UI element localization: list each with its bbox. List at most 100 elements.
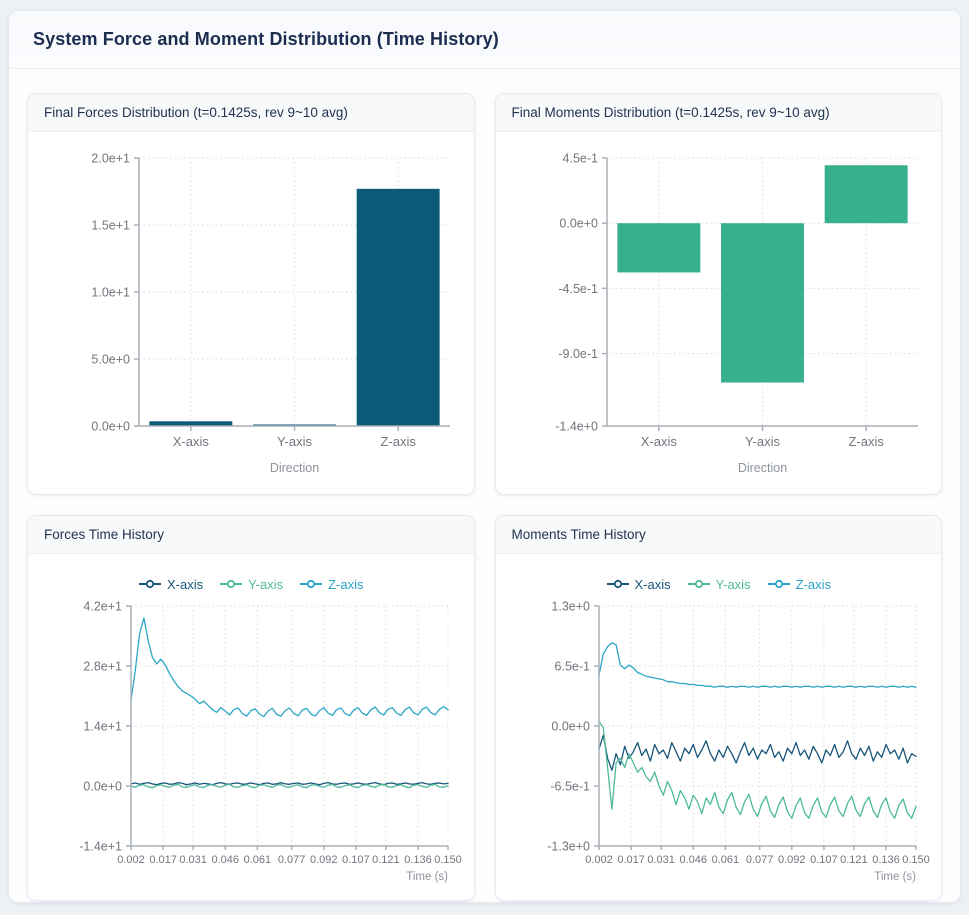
x-tick-label: 0.002 xyxy=(585,854,613,866)
y-tick-label: 4.5e-1 xyxy=(562,152,597,166)
moments-history-legend: X-axis Y-axis Z-axis xyxy=(606,574,831,594)
y-tick-label: 6.5e-1 xyxy=(554,660,589,674)
bar-x-axis[interactable] xyxy=(617,223,700,272)
legend-marker-icon xyxy=(299,579,323,589)
legend-item-y-axis[interactable]: Y-axis xyxy=(687,577,751,592)
legend-label: X-axis xyxy=(635,577,671,592)
x-tick-label: 0.136 xyxy=(872,854,900,866)
charts-grid: Final Forces Distribution (t=0.1425s, re… xyxy=(9,69,960,915)
line-y-axis[interactable] xyxy=(599,721,916,818)
category-label: Z-axis xyxy=(848,434,884,449)
x-tick-label: 0.092 xyxy=(310,854,338,866)
x-tick-label: 0.077 xyxy=(746,854,774,866)
legend-label: Y-axis xyxy=(248,577,283,592)
dashboard-panel: System Force and Moment Distribution (Ti… xyxy=(8,10,961,903)
x-tick-label: 0.092 xyxy=(778,854,806,866)
x-tick-label: 0.046 xyxy=(212,854,240,866)
legend-item-z-axis[interactable]: Z-axis xyxy=(299,577,363,592)
final-moments-bar-chart[interactable]: 4.5e-1 0.0e+0 -4.5e-1 -9.0e-1 -1.4e+0 X-axis Y… xyxy=(495,138,942,490)
legend-label: Y-axis xyxy=(716,577,751,592)
x-tick-label: 0.046 xyxy=(679,854,707,866)
card-final-forces-title: Final Forces Distribution (t=0.1425s, re… xyxy=(28,94,474,132)
page-title: System Force and Moment Distribution (Ti… xyxy=(33,29,499,50)
category-label: X-axis xyxy=(173,434,210,449)
x-tick-label: 0.002 xyxy=(117,854,145,866)
y-tick-label: 1.0e+1 xyxy=(92,286,131,300)
legend-item-y-axis[interactable]: Y-axis xyxy=(219,577,283,592)
x-tick-label: 0.017 xyxy=(150,854,178,866)
x-tick-label: 0.136 xyxy=(404,854,432,866)
legend-marker-icon xyxy=(687,579,711,589)
y-tick-label: -1.4e+0 xyxy=(555,420,598,434)
card-final-forces-body: 2.0e+1 1.5e+1 1.0e+1 5.0e+0 0.0e+0 X-axis Y-ax… xyxy=(28,132,474,494)
x-tick-label: 0.107 xyxy=(342,854,370,866)
forces-history-legend: X-axis Y-axis Z-axis xyxy=(138,574,363,594)
legend-item-z-axis[interactable]: Z-axis xyxy=(767,577,831,592)
y-tick-label: 0.0e+0 xyxy=(92,420,131,434)
y-tick-label: -9.0e-1 xyxy=(558,347,598,361)
x-tick-label: 0.077 xyxy=(278,854,306,866)
y-tick-label: 0.0e+0 xyxy=(84,780,123,794)
page-header: System Force and Moment Distribution (Ti… xyxy=(9,11,960,69)
moments-history-line-chart[interactable]: 1.3e+0 6.5e-1 0.0e+0 -6.5e-1 -1.3e+00.002 0.0… xyxy=(495,594,942,896)
x-tick-label: 0.061 xyxy=(711,854,739,866)
card-moments-history: Moments Time History X-axis Y-axis Z-axis … xyxy=(495,515,943,901)
x-axis-title: Time (s) xyxy=(874,871,916,883)
card-moments-history-body: X-axis Y-axis Z-axis 1.3e+0 6.5e-1 0.0e+0 -6.… xyxy=(496,554,942,900)
line-z-axis[interactable] xyxy=(599,643,916,687)
x-tick-label: 0.061 xyxy=(244,854,272,866)
y-tick-label: 0.0e+0 xyxy=(559,217,598,231)
bar-z-axis[interactable] xyxy=(824,165,907,223)
legend-marker-icon xyxy=(138,579,162,589)
y-tick-label: 1.3e+0 xyxy=(551,600,590,614)
legend-marker-icon xyxy=(767,579,791,589)
bar-y-axis[interactable] xyxy=(721,223,804,382)
legend-label: X-axis xyxy=(167,577,203,592)
y-tick-label: 2.0e+1 xyxy=(92,152,131,166)
final-forces-bar-chart[interactable]: 2.0e+1 1.5e+1 1.0e+1 5.0e+0 0.0e+0 X-axis Y-ax… xyxy=(27,138,474,490)
x-tick-label: 0.031 xyxy=(647,854,675,866)
card-final-moments: Final Moments Distribution (t=0.1425s, r… xyxy=(495,93,943,495)
x-tick-label: 0.150 xyxy=(902,854,930,866)
legend-marker-icon xyxy=(219,579,243,589)
x-tick-label: 0.150 xyxy=(434,854,462,866)
y-tick-label: 1.4e+1 xyxy=(84,720,123,734)
legend-label: Z-axis xyxy=(328,577,363,592)
legend-item-x-axis[interactable]: X-axis xyxy=(606,577,671,592)
x-tick-label: 0.107 xyxy=(810,854,838,866)
y-tick-label: 4.2e+1 xyxy=(84,600,123,614)
line-x-axis[interactable] xyxy=(599,735,916,770)
x-tick-label: 0.031 xyxy=(180,854,208,866)
y-tick-label: -6.5e-1 xyxy=(550,780,590,794)
category-label: X-axis xyxy=(641,434,678,449)
category-label: Y-axis xyxy=(745,434,780,449)
card-moments-history-title: Moments Time History xyxy=(496,516,942,554)
card-forces-history-body: X-axis Y-axis Z-axis 4.2e+1 2.8e+1 1.4e+1 0.0… xyxy=(28,554,474,900)
x-axis-title: Time (s) xyxy=(407,871,449,883)
y-tick-label: -1.4e+1 xyxy=(80,840,123,854)
line-z-axis[interactable] xyxy=(131,618,448,717)
card-forces-history-title: Forces Time History xyxy=(28,516,474,554)
y-tick-label: 2.8e+1 xyxy=(84,660,123,674)
y-tick-label: 5.0e+0 xyxy=(92,353,131,367)
x-axis-title: Direction xyxy=(738,461,787,475)
y-tick-label: 1.5e+1 xyxy=(92,219,131,233)
y-tick-label: 0.0e+0 xyxy=(551,720,590,734)
category-label: Z-axis xyxy=(381,434,417,449)
y-tick-label: -4.5e-1 xyxy=(558,282,598,296)
card-forces-history: Forces Time History X-axis Y-axis Z-axis 4… xyxy=(27,515,475,901)
card-final-moments-title: Final Moments Distribution (t=0.1425s, r… xyxy=(496,94,942,132)
legend-item-x-axis[interactable]: X-axis xyxy=(138,577,203,592)
card-final-moments-body: 4.5e-1 0.0e+0 -4.5e-1 -9.0e-1 -1.4e+0 X-axis Y… xyxy=(496,132,942,494)
x-tick-label: 0.121 xyxy=(840,854,868,866)
y-tick-label: -1.3e+0 xyxy=(547,840,590,854)
legend-label: Z-axis xyxy=(796,577,831,592)
card-final-forces: Final Forces Distribution (t=0.1425s, re… xyxy=(27,93,475,495)
legend-marker-icon xyxy=(606,579,630,589)
bar-z-axis[interactable] xyxy=(357,189,440,426)
category-label: Y-axis xyxy=(277,434,312,449)
x-tick-label: 0.017 xyxy=(617,854,645,866)
x-axis-title: Direction xyxy=(270,461,319,475)
forces-history-line-chart[interactable]: 4.2e+1 2.8e+1 1.4e+1 0.0e+0 -1.4e+10.002 0.01… xyxy=(27,594,474,896)
x-tick-label: 0.121 xyxy=(372,854,400,866)
